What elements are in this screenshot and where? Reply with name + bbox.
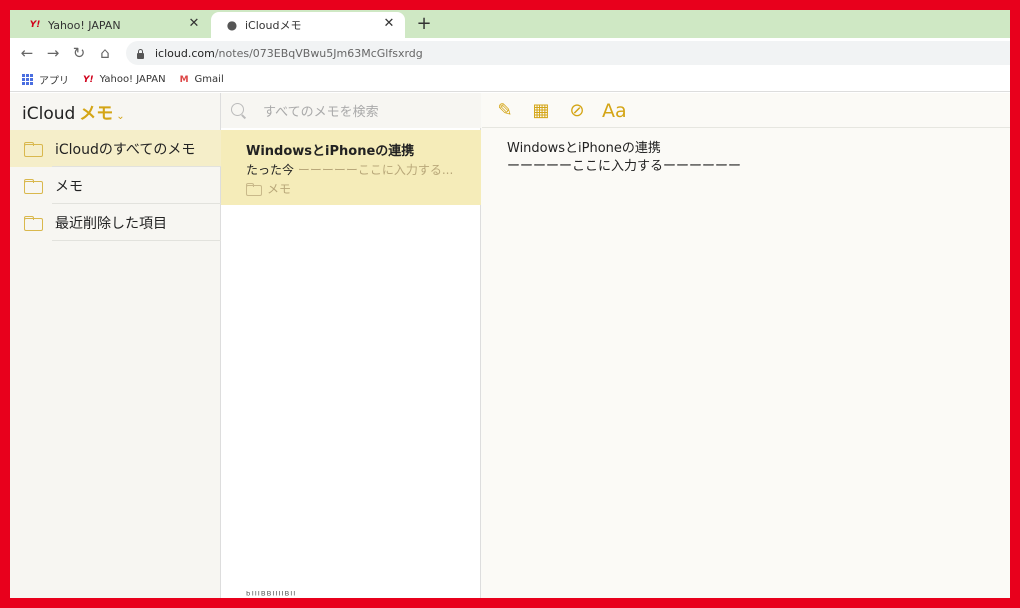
folder-label: 最近削除した項目 — [55, 215, 167, 232]
note-time: たった今 — [246, 163, 295, 177]
bookmark-label: アプリ — [39, 76, 69, 87]
address-bar[interactable]: icloud.com/notes/073EBqVBwu5Jm63McGlfsxr… — [126, 41, 1010, 65]
tab-strip: Y! Yahoo! JAPAN ✕ ● iCloudメモ ✕ + — [10, 10, 1010, 38]
app-title-name: メモ — [79, 104, 114, 124]
forward-arrow-icon[interactable]: → — [44, 44, 62, 62]
checklist-icon[interactable]: ⊘ — [566, 100, 588, 122]
yahoo-icon: Y! — [83, 74, 94, 85]
folder-icon — [24, 178, 43, 194]
editor-toolbar: ✎ ▦ ⊘ Aa — [482, 93, 1010, 128]
url-path: /notes/073EBqVBwu5Jm63McGlfsxrdg — [214, 46, 423, 60]
cut-off-text: ᵇᴵᴵᴵᴮᴮᴵᴵᴵᴵᴮᴵᴵ — [246, 589, 297, 598]
yahoo-icon: Y! — [29, 20, 41, 30]
bookmark-gmail[interactable]: M Gmail — [180, 74, 224, 85]
folder-sidebar: iCloud メモ ⌄ iCloudのすべてのメモ メモ 最近削除した項目 — [10, 93, 221, 598]
app-title-prefix: iCloud — [22, 104, 76, 124]
note-list-item[interactable]: WindowsとiPhoneの連携 たった今 ーーーーーここに入力する... メ… — [221, 130, 481, 205]
url-host: icloud.com — [155, 46, 215, 60]
app-title[interactable]: iCloud メモ ⌄ — [22, 99, 125, 124]
compose-icon[interactable]: ✎ — [494, 100, 516, 122]
note-folder-label: メモ — [267, 182, 292, 196]
tab-title: Yahoo! JAPAN — [48, 18, 121, 32]
note-meta: たった今 ーーーーーここに入力する... — [246, 161, 481, 178]
search-input[interactable]: すべてのメモを検索 — [263, 101, 379, 120]
format-text-icon[interactable]: Aa — [602, 100, 627, 122]
folder-icon — [246, 183, 262, 196]
folder-label: メモ — [55, 178, 83, 195]
gmail-icon: M — [179, 74, 189, 85]
bookmark-apps[interactable]: アプリ — [22, 72, 69, 87]
folder-label: iCloudのすべてのメモ — [55, 141, 196, 158]
bookmark-yahoo[interactable]: Y! Yahoo! JAPAN — [83, 74, 166, 85]
chevron-down-icon[interactable]: ⌄ — [116, 111, 124, 122]
search-icon — [231, 102, 247, 119]
notes-app: iCloud メモ ⌄ iCloudのすべてのメモ メモ 最近削除した項目 すべ… — [10, 93, 1010, 598]
apple-icon: ● — [226, 18, 238, 32]
folder-icon — [24, 141, 43, 157]
divider — [52, 240, 221, 241]
bookmarks-bar: アプリ Y! Yahoo! JAPAN M Gmail — [10, 68, 1010, 92]
tab-title: iCloudメモ — [245, 19, 302, 32]
new-tab-button[interactable]: + — [414, 14, 434, 34]
bookmark-label: Gmail — [194, 74, 224, 85]
apps-grid-icon — [22, 74, 33, 85]
note-body-line: ーーーーーここに入力するーーーーーー — [507, 159, 742, 174]
note-title: WindowsとiPhoneの連携 — [246, 144, 415, 159]
lock-icon — [136, 48, 145, 59]
bookmark-label: Yahoo! JAPAN — [99, 74, 166, 85]
folder-recently-deleted[interactable]: 最近削除した項目 — [10, 204, 221, 241]
note-list: すべてのメモを検索 WindowsとiPhoneの連携 たった今 ーーーーーここ… — [221, 93, 481, 598]
tab-icloud-notes[interactable]: ● iCloudメモ ✕ — [211, 12, 405, 38]
browser-window: Y! Yahoo! JAPAN ✕ ● iCloudメモ ✕ + ← → ↻ ⌂… — [10, 10, 1010, 598]
close-icon[interactable]: ✕ — [186, 16, 202, 32]
search-bar[interactable]: すべてのメモを検索 — [221, 93, 481, 128]
navigation-bar: ← → ↻ ⌂ icloud.com/notes/073EBqVBwu5Jm63… — [10, 38, 1010, 68]
folder-all-icloud-notes[interactable]: iCloudのすべてのメモ — [10, 130, 221, 167]
note-preview: ーーーーーここに入力する... — [297, 163, 454, 177]
table-icon[interactable]: ▦ — [530, 100, 552, 122]
note-folder: メモ — [246, 180, 481, 197]
url-text: icloud.com/notes/073EBqVBwu5Jm63McGlfsxr… — [155, 47, 423, 60]
tab-yahoo[interactable]: Y! Yahoo! JAPAN ✕ — [14, 12, 210, 38]
note-editor[interactable]: ✎ ▦ ⊘ Aa WindowsとiPhoneの連携 ーーーーーここに入力するー… — [482, 93, 1010, 598]
back-arrow-icon[interactable]: ← — [18, 44, 36, 62]
folder-notes[interactable]: メモ — [10, 167, 221, 204]
close-icon[interactable]: ✕ — [381, 16, 397, 32]
note-body[interactable]: WindowsとiPhoneの連携 ーーーーーここに入力するーーーーーー — [507, 140, 741, 176]
folder-icon — [24, 215, 43, 231]
home-icon[interactable]: ⌂ — [96, 44, 114, 62]
note-body-line: WindowsとiPhoneの連携 — [507, 141, 661, 156]
reload-icon[interactable]: ↻ — [70, 44, 88, 62]
